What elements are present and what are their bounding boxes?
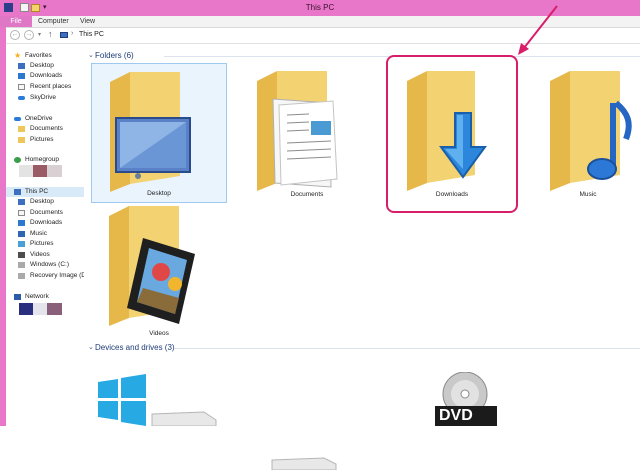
- folder-desktop[interactable]: Desktop: [91, 63, 227, 203]
- nav-this-pc[interactable]: This PC: [6, 187, 84, 197]
- breadcrumb-this-pc[interactable]: This PC: [79, 31, 104, 38]
- this-pc-icon: [60, 32, 68, 38]
- tab-computer[interactable]: Computer: [38, 16, 69, 27]
- tab-file[interactable]: File: [0, 16, 32, 27]
- network-device-thumbnail[interactable]: [33, 303, 48, 315]
- recent-places-icon: [18, 84, 25, 90]
- homegroup-avatar[interactable]: [47, 165, 62, 177]
- music-icon: [18, 231, 25, 237]
- network-icon: [14, 294, 21, 300]
- drive-windows-c[interactable]: [94, 374, 224, 427]
- desktop-icon: [18, 63, 25, 69]
- homegroup-avatar[interactable]: [33, 165, 48, 177]
- network-device-thumbnail[interactable]: [19, 303, 34, 315]
- folder-documents[interactable]: Documents: [239, 63, 375, 203]
- folder-music[interactable]: Music: [536, 63, 640, 203]
- onedrive-icon: [14, 117, 21, 121]
- up-arrow-icon[interactable]: ↑: [48, 29, 53, 39]
- windows-drive-icon: [98, 374, 217, 427]
- collapse-chevron-icon[interactable]: ⌄: [88, 343, 94, 351]
- videos-icon: [18, 252, 25, 258]
- folder-caption: Documents: [290, 191, 324, 198]
- content-pane: ⌄ Folders (6) Desktop Documents Download…: [84, 44, 640, 471]
- devices-group-header[interactable]: ⌄ Devices and drives (3): [84, 342, 640, 354]
- network-device-thumbnail[interactable]: [47, 303, 62, 315]
- title-bar[interactable]: ▾ This PC: [0, 0, 640, 16]
- this-pc-icon: [14, 189, 21, 195]
- tab-view[interactable]: View: [80, 16, 95, 27]
- desktop-icon: [18, 199, 25, 205]
- folders-group-header[interactable]: ⌄ Folders (6): [84, 50, 640, 62]
- desktop-folder-icon: [110, 72, 191, 192]
- homegroup-icon: [14, 157, 21, 163]
- downloads-icon: [18, 73, 25, 79]
- collapse-chevron-icon[interactable]: ⌄: [88, 51, 94, 59]
- address-bar: ← → ▾ ↑ › This PC: [0, 28, 640, 44]
- documents-folder-icon: [257, 71, 338, 191]
- navigation-pane[interactable]: ★ Favorites Desktop Downloads Recent pla…: [6, 44, 90, 426]
- folder-videos[interactable]: Videos: [91, 204, 227, 342]
- folder-icon: [18, 126, 25, 132]
- folder-caption: Desktop: [147, 190, 171, 197]
- downloads-icon: [18, 220, 25, 226]
- recent-locations-icon[interactable]: ▾: [38, 31, 41, 38]
- dvd-label: DVD: [439, 407, 473, 424]
- drive-icon: [271, 457, 337, 471]
- back-button[interactable]: ←: [10, 30, 20, 40]
- pictures-icon: [18, 241, 25, 247]
- drive-dvd[interactable]: DVD: [429, 371, 519, 426]
- documents-icon: [18, 210, 25, 216]
- highlight-callout: [386, 55, 518, 213]
- homegroup-avatar[interactable]: [19, 165, 34, 177]
- ribbon: File Computer View: [0, 16, 640, 28]
- folder-icon: [18, 137, 25, 143]
- folder-caption: Videos: [149, 330, 169, 337]
- skydrive-icon: [18, 96, 25, 100]
- window-title: This PC: [305, 3, 335, 12]
- music-folder-icon: [550, 71, 632, 191]
- star-icon: ★: [14, 51, 22, 60]
- chevron-right-icon[interactable]: ›: [71, 30, 73, 37]
- drive-icon: [18, 262, 25, 268]
- drive-icon: [18, 273, 25, 279]
- folder-caption: Music: [579, 191, 597, 198]
- videos-folder-icon: [109, 206, 195, 326]
- drive-recovery-d[interactable]: [264, 444, 344, 471]
- forward-button[interactable]: →: [24, 30, 34, 40]
